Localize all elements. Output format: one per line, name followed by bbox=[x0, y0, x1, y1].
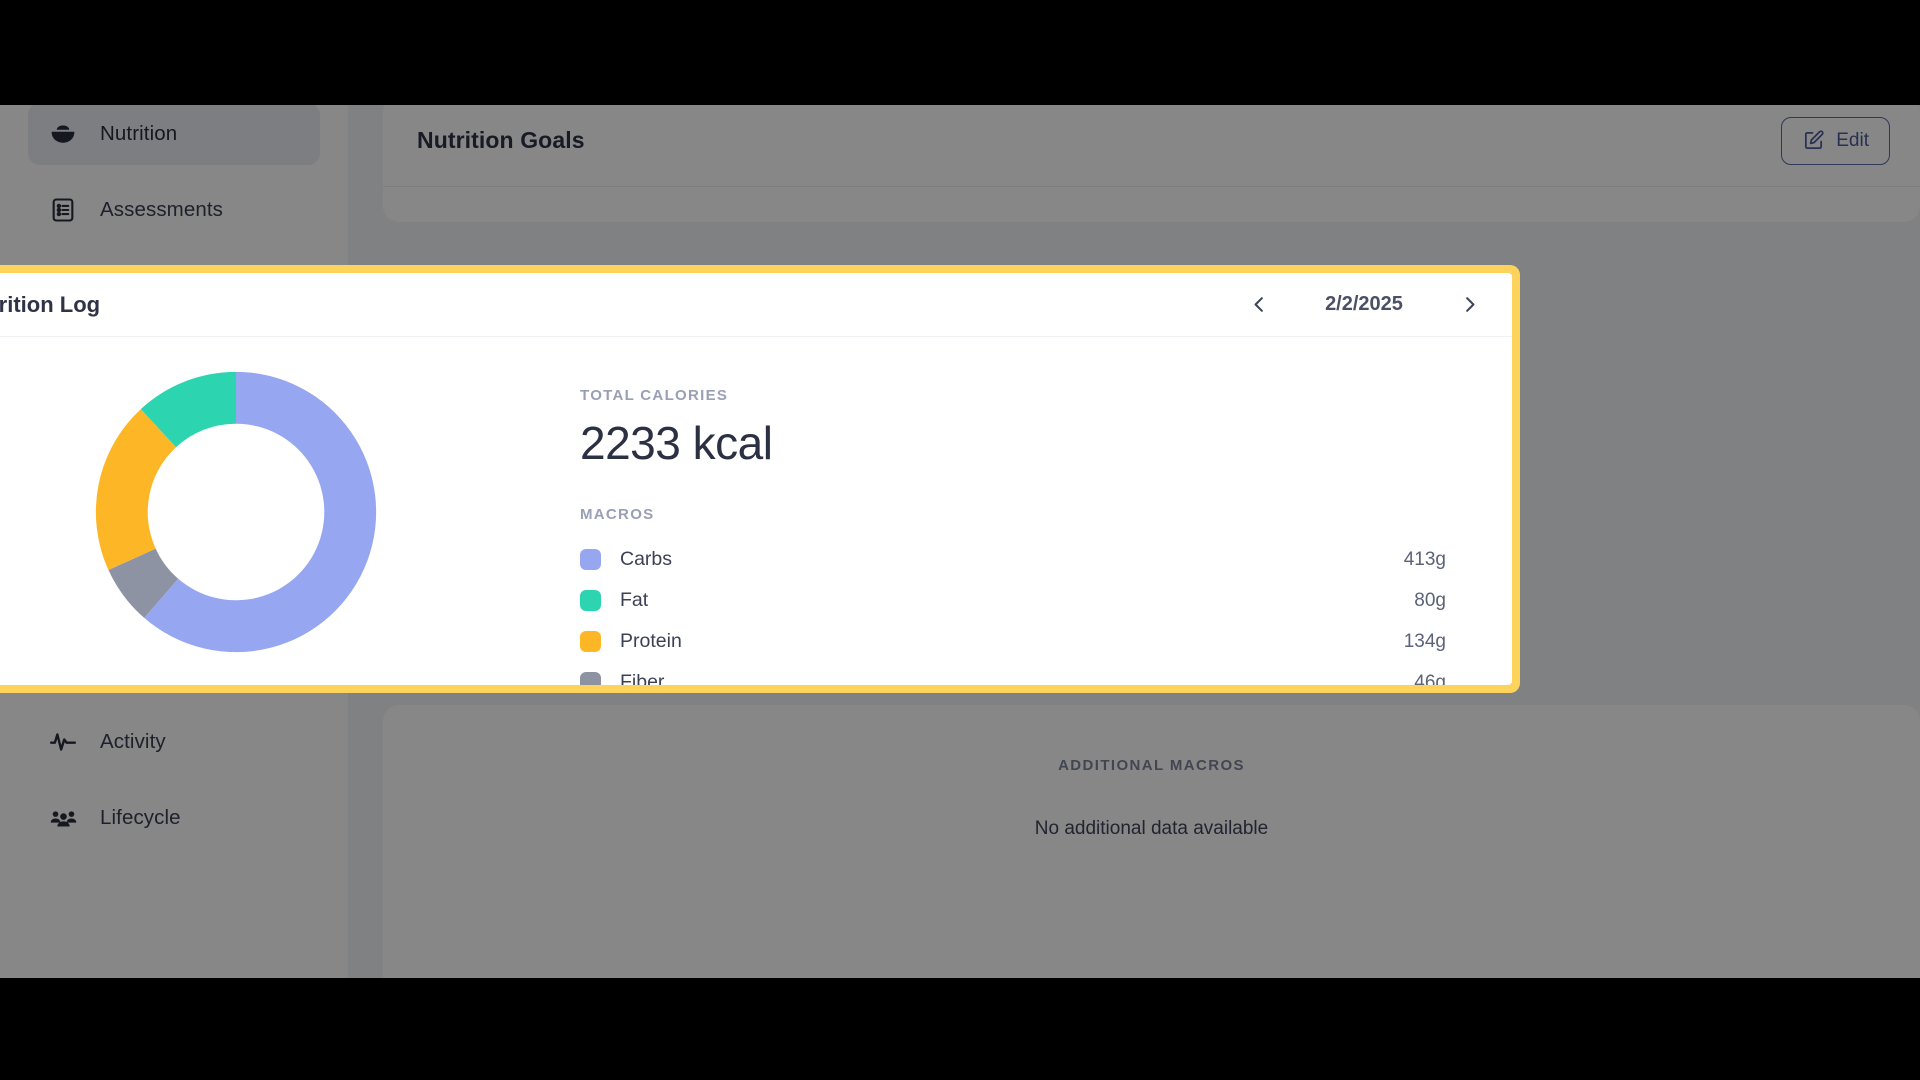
nutrition-log-title: Nutrition Log bbox=[0, 291, 101, 317]
pulse-icon bbox=[46, 725, 80, 759]
sidebar-item-label: Lifecycle bbox=[100, 806, 181, 829]
edit-button-label: Edit bbox=[1836, 129, 1869, 151]
nutrition-log-body: TOTAL CALORIES 2233 kcal MACROS Carbs 413… bbox=[0, 337, 1512, 685]
macro-color-swatch bbox=[580, 549, 601, 570]
macros-legend-list: Carbs 413g Fat 80g Protein 134g Fiber 46g bbox=[580, 539, 1446, 685]
sidebar-item-activity[interactable]: Activity bbox=[28, 711, 320, 773]
chevron-left-icon[interactable] bbox=[1244, 290, 1274, 320]
pencil-square-icon bbox=[1802, 129, 1825, 152]
additional-macros-empty-state: No additional data available bbox=[1034, 818, 1269, 839]
macro-row: Fiber 46g bbox=[580, 662, 1446, 685]
current-date-label: 2/2/2025 bbox=[1325, 293, 1403, 315]
total-calories-label: TOTAL CALORIES bbox=[580, 387, 729, 404]
macro-color-swatch bbox=[580, 631, 601, 652]
macros-donut-chart bbox=[95, 371, 377, 653]
macro-color-swatch bbox=[580, 672, 601, 685]
sidebar-item-label: Activity bbox=[100, 730, 166, 753]
additional-macros-caption: ADDITIONAL MACROS bbox=[1058, 757, 1245, 774]
macro-value: 134g bbox=[1403, 630, 1446, 652]
sidebar-item-nutrition[interactable]: Nutrition bbox=[28, 105, 320, 165]
macro-value: 413g bbox=[1403, 548, 1446, 570]
nutrition-log-header: Nutrition Log 2/2/2025 bbox=[0, 273, 1512, 337]
macros-label: MACROS bbox=[580, 506, 655, 523]
sidebar-item-lifecycle[interactable]: Lifecycle bbox=[28, 787, 320, 849]
date-navigator: 2/2/2025 bbox=[1244, 290, 1484, 320]
additional-macros-card: ADDITIONAL MACROS No additional data ava… bbox=[383, 705, 1920, 978]
macro-name: Fiber bbox=[620, 671, 665, 685]
macro-color-swatch bbox=[580, 590, 601, 611]
chevron-right-icon[interactable] bbox=[1454, 290, 1484, 320]
edit-button[interactable]: Edit bbox=[1781, 116, 1890, 165]
nutrition-log-highlight-frame: Nutrition Log 2/2/2025 bbox=[0, 265, 1520, 693]
nutrition-goals-header: Nutrition Goals Edit bbox=[383, 105, 1920, 187]
nutrition-stats: TOTAL CALORIES 2233 kcal MACROS Carbs 413… bbox=[536, 363, 1512, 685]
clipboard-list-icon bbox=[46, 193, 80, 227]
macro-row: Protein 134g bbox=[580, 621, 1446, 662]
total-calories-value: 2233 kcal bbox=[580, 417, 773, 469]
sidebar-item-assessments[interactable]: Assessments bbox=[28, 179, 320, 241]
macro-row: Fat 80g bbox=[580, 580, 1446, 621]
sidebar-item-label: Nutrition bbox=[100, 122, 178, 145]
sidebar-item-label: Assessments bbox=[100, 198, 223, 221]
macros-donut-chart-container bbox=[0, 363, 536, 683]
macro-name: Fat bbox=[620, 589, 649, 611]
page-title: Nutrition Goals bbox=[417, 127, 585, 153]
nutrition-goals-card: Nutrition Goals Edit bbox=[383, 105, 1920, 222]
screenshot-root: Nutrition Assessments Activity Lifecycle… bbox=[0, 0, 1920, 1080]
macro-value: 80g bbox=[1414, 589, 1446, 611]
bowl-icon bbox=[46, 117, 80, 151]
app-viewport: Nutrition Assessments Activity Lifecycle… bbox=[0, 105, 1920, 978]
nutrition-log-card: Nutrition Log 2/2/2025 bbox=[0, 273, 1512, 685]
users-group-icon bbox=[46, 801, 80, 835]
macro-value: 46g bbox=[1414, 671, 1446, 686]
macro-name: Carbs bbox=[620, 548, 673, 570]
macro-name: Protein bbox=[620, 630, 682, 652]
macro-row: Carbs 413g bbox=[580, 539, 1446, 580]
